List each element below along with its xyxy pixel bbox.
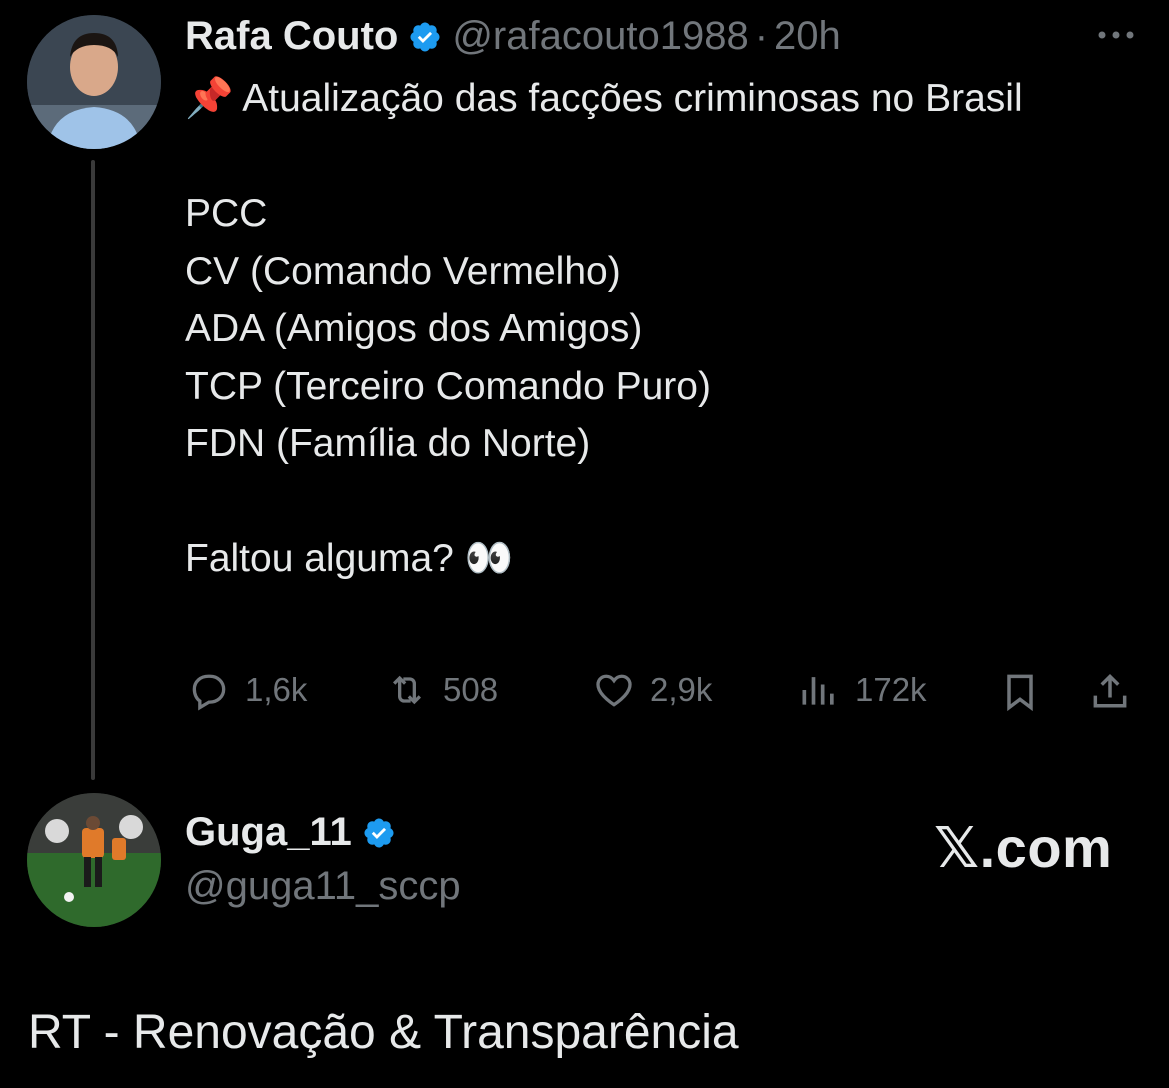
caption-text: RT - Renovação & Transparência [28, 1006, 739, 1059]
verified-badge-icon [410, 21, 440, 52]
bookmark-icon [1007, 674, 1033, 712]
reply-count: 1,6k [245, 671, 308, 708]
author-name[interactable]: Rafa Couto [185, 14, 398, 59]
bookmark-button[interactable] [998, 670, 1042, 714]
quote-name-row: Guga_11 [185, 810, 396, 855]
share-icon [1093, 673, 1127, 708]
quote-author-name[interactable]: Guga_11 [185, 810, 352, 855]
tweet-text: 📌 Atualização das facções criminosas no … [185, 77, 1023, 580]
reply-icon [192, 674, 226, 711]
views-button[interactable]: 172k [797, 668, 927, 712]
reply-button[interactable]: 1,6k [187, 668, 307, 712]
avatar-rafa-couto[interactable] [27, 15, 161, 149]
like-button[interactable]: 2,9k [592, 668, 712, 712]
retweet-icon [392, 675, 422, 705]
x-com-watermark: 𝕏.com [934, 816, 1113, 879]
views-count: 172k [855, 671, 927, 708]
thread-connector-line [91, 160, 95, 780]
avatar-guga-11[interactable] [27, 793, 161, 927]
quote-author-handle[interactable]: @guga11_sccp [185, 864, 461, 909]
verified-badge-icon [364, 817, 394, 848]
like-count: 2,9k [650, 671, 713, 708]
tweet-header: Rafa Couto @rafacouto1988 · 20h [185, 14, 841, 59]
author-handle[interactable]: @rafacouto1988 [452, 14, 748, 59]
share-button[interactable] [1088, 670, 1132, 714]
retweet-count: 508 [443, 671, 499, 708]
views-icon [802, 677, 834, 705]
dot-separator: · [754, 14, 769, 58]
retweet-button[interactable]: 508 [385, 668, 498, 712]
more-icon[interactable] [1092, 20, 1140, 50]
like-icon [596, 674, 632, 707]
tweet-time[interactable]: 20h [774, 14, 841, 59]
